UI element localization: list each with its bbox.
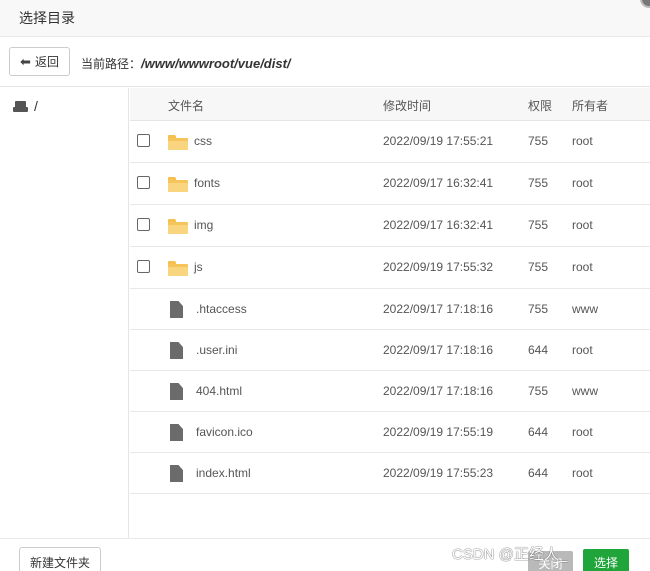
cell-owner: root xyxy=(572,343,593,357)
file-table-header: 文件名 修改时间 权限 所有者 xyxy=(130,88,650,121)
disk-icon xyxy=(13,100,28,112)
cell-permission: 755 xyxy=(528,134,549,148)
cell-permission: 644 xyxy=(528,343,549,357)
cell-mtime: 2022/09/19 17:55:19 xyxy=(383,425,494,439)
cell-owner: root xyxy=(572,134,593,148)
cell-owner: root xyxy=(572,176,593,190)
tree-item-root[interactable]: / xyxy=(13,98,38,114)
column-header-permission[interactable]: 权限 xyxy=(528,97,552,114)
tree-item-root-label: / xyxy=(34,98,38,114)
cell-permission: 755 xyxy=(528,176,549,190)
dialog-title: 选择目录 xyxy=(19,10,75,26)
arrow-left-icon: ⬅ xyxy=(20,54,31,69)
current-path: 当前路径：/www/wwwroot/vue/dist/ xyxy=(81,55,291,72)
directory-tree: / xyxy=(0,88,129,538)
cell-permission: 644 xyxy=(528,425,549,439)
table-row[interactable]: img 2022/09/17 16:32:41 755 root xyxy=(130,205,650,247)
cell-name[interactable]: .user.ini xyxy=(196,343,237,357)
select-directory-dialog: 选择目录 ⬅ 返回 当前路径：/www/wwwroot/vue/dist/ / … xyxy=(0,0,650,571)
cell-permission: 644 xyxy=(528,466,549,480)
folder-icon xyxy=(168,261,188,276)
folder-icon xyxy=(168,177,188,192)
cell-mtime: 2022/09/17 17:18:16 xyxy=(383,302,494,316)
table-row[interactable]: .user.ini 2022/09/17 17:18:16 644 root xyxy=(130,330,650,371)
table-row[interactable]: .htaccess 2022/09/17 17:18:16 755 www xyxy=(130,289,650,330)
file-icon xyxy=(170,424,183,441)
file-icon xyxy=(170,465,183,482)
cell-permission: 755 xyxy=(528,302,549,316)
back-button-label: 返回 xyxy=(34,55,59,69)
table-row[interactable]: favicon.ico 2022/09/19 17:55:19 644 root xyxy=(130,412,650,453)
cell-name[interactable]: .htaccess xyxy=(196,302,247,316)
cell-name[interactable]: img xyxy=(194,218,213,232)
back-button[interactable]: ⬅ 返回 xyxy=(9,47,70,76)
cell-owner: www xyxy=(572,384,598,398)
path-bar: ⬅ 返回 当前路径：/www/wwwroot/vue/dist/ xyxy=(0,37,650,87)
table-row[interactable]: css 2022/09/19 17:55:21 755 root xyxy=(130,121,650,163)
cell-mtime: 2022/09/17 16:32:41 xyxy=(383,218,494,232)
cell-mtime: 2022/09/19 17:55:21 xyxy=(383,134,494,148)
cell-owner: root xyxy=(572,466,593,480)
current-path-value: /www/wwwroot/vue/dist/ xyxy=(141,56,291,71)
cell-permission: 755 xyxy=(528,218,549,232)
row-checkbox[interactable] xyxy=(137,176,150,189)
cell-name[interactable]: index.html xyxy=(196,466,251,480)
select-button[interactable]: 选择 xyxy=(583,549,629,571)
cell-name[interactable]: css xyxy=(194,134,212,148)
close-dialog-icon[interactable] xyxy=(640,0,650,8)
cell-permission: 755 xyxy=(528,260,549,274)
column-header-mtime[interactable]: 修改时间 xyxy=(383,97,431,114)
column-header-owner[interactable]: 所有者 xyxy=(572,97,608,114)
folder-icon xyxy=(168,219,188,234)
cell-owner: root xyxy=(572,218,593,232)
row-checkbox[interactable] xyxy=(137,134,150,147)
cell-owner: root xyxy=(572,260,593,274)
cell-mtime: 2022/09/19 17:55:32 xyxy=(383,260,494,274)
cell-mtime: 2022/09/19 17:55:23 xyxy=(383,466,494,480)
table-row[interactable]: fonts 2022/09/17 16:32:41 755 root xyxy=(130,163,650,205)
cell-permission: 755 xyxy=(528,384,549,398)
watermark: CSDN @正经人_ xyxy=(452,546,568,563)
table-row[interactable]: js 2022/09/19 17:55:32 755 root xyxy=(130,247,650,289)
row-checkbox[interactable] xyxy=(137,218,150,231)
folder-icon xyxy=(168,135,188,150)
cell-owner: www xyxy=(572,302,598,316)
column-header-name[interactable]: 文件名 xyxy=(168,97,204,114)
table-row[interactable]: 404.html 2022/09/17 17:18:16 755 www xyxy=(130,371,650,412)
file-icon xyxy=(170,301,183,318)
row-checkbox[interactable] xyxy=(137,260,150,273)
file-icon xyxy=(170,342,183,359)
cell-mtime: 2022/09/17 17:18:16 xyxy=(383,384,494,398)
table-row[interactable]: index.html 2022/09/19 17:55:23 644 root xyxy=(130,453,650,494)
dialog-footer: 新建文件夹 关闭 选择 CSDN @正经人_ xyxy=(0,538,650,571)
cell-owner: root xyxy=(572,425,593,439)
dialog-titlebar: 选择目录 xyxy=(0,0,650,37)
cell-name[interactable]: 404.html xyxy=(196,384,242,398)
cell-name[interactable]: js xyxy=(194,260,203,274)
new-folder-button[interactable]: 新建文件夹 xyxy=(19,547,101,571)
cell-mtime: 2022/09/17 16:32:41 xyxy=(383,176,494,190)
cell-name[interactable]: favicon.ico xyxy=(196,425,253,439)
cell-mtime: 2022/09/17 17:18:16 xyxy=(383,343,494,357)
cell-name[interactable]: fonts xyxy=(194,176,220,190)
file-icon xyxy=(170,383,183,400)
current-path-label: 当前路径： xyxy=(81,57,142,71)
